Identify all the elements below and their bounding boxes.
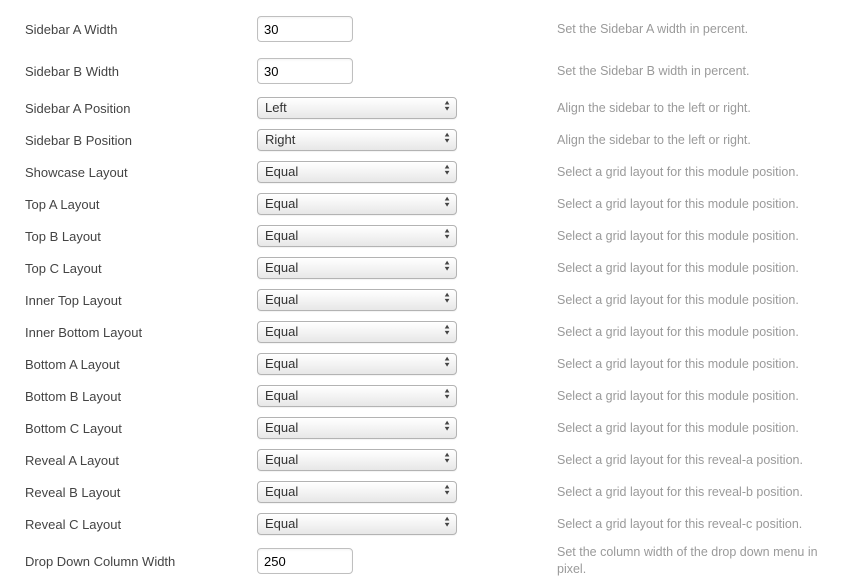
- inner-top-layout-select[interactable]: Equal▲▼Equal: [257, 289, 457, 311]
- form-row-sidebar-b-position: Sidebar B PositionRight▲▼Right Align the …: [0, 124, 845, 156]
- reveal-b-layout-control: Equal▲▼Equal: [257, 481, 557, 503]
- dropdown-column-width-input[interactable]: [257, 548, 353, 574]
- top-c-layout-label: Top C Layout: [25, 261, 257, 276]
- inner-bottom-layout-select[interactable]: Equal▲▼Equal: [257, 321, 457, 343]
- form-row-top-c-layout: Top C LayoutEqual▲▼Equal Select a grid la…: [0, 252, 845, 284]
- reveal-c-layout-help: Select a grid layout for this reveal-c p…: [557, 516, 835, 533]
- sidebar-b-position-control: Right▲▼Right: [257, 129, 557, 151]
- top-c-layout-select[interactable]: Equal▲▼Equal: [257, 257, 457, 279]
- inner-top-layout-label: Inner Top Layout: [25, 293, 257, 308]
- reveal-c-layout-control: Equal▲▼Equal: [257, 513, 557, 535]
- sidebar-a-width-input[interactable]: [257, 16, 353, 42]
- top-c-layout-control: Equal▲▼Equal: [257, 257, 557, 279]
- bottom-b-layout-control: Equal▲▼Equal: [257, 385, 557, 407]
- form-row-bottom-b-layout: Bottom B LayoutEqual▲▼Equal Select a grid…: [0, 380, 845, 412]
- top-a-layout-help: Select a grid layout for this module pos…: [557, 196, 835, 213]
- sidebar-b-width-input[interactable]: [257, 58, 353, 84]
- reveal-a-layout-label: Reveal A Layout: [25, 453, 257, 468]
- form-row-sidebar-a-position: Sidebar A PositionLeft▲▼Left Align the si…: [0, 92, 845, 124]
- inner-bottom-layout-help: Select a grid layout for this module pos…: [557, 324, 835, 341]
- dropdown-column-width-label: Drop Down Column Width: [25, 554, 257, 569]
- reveal-b-layout-select[interactable]: Equal▲▼Equal: [257, 481, 457, 503]
- sidebar-a-width-control: [257, 16, 557, 42]
- sidebar-a-width-label: Sidebar A Width: [25, 22, 257, 37]
- reveal-c-layout-label: Reveal C Layout: [25, 517, 257, 532]
- form-row-sidebar-a-width: Sidebar A Width Set the Sidebar A width i…: [0, 8, 845, 50]
- form-row-reveal-c-layout: Reveal C LayoutEqual▲▼Equal Select a grid…: [0, 508, 845, 540]
- sidebar-a-position-label: Sidebar A Position: [25, 101, 257, 116]
- bottom-c-layout-control: Equal▲▼Equal: [257, 417, 557, 439]
- form-row-reveal-b-layout: Reveal B LayoutEqual▲▼Equal Select a grid…: [0, 476, 845, 508]
- showcase-layout-select[interactable]: Equal▲▼Equal: [257, 161, 457, 183]
- sidebar-b-position-label: Sidebar B Position: [25, 133, 257, 148]
- form-row-dropdown-column-width: Drop Down Column Width Set the column wid…: [0, 540, 845, 582]
- reveal-b-layout-help: Select a grid layout for this reveal-b p…: [557, 484, 835, 501]
- sidebar-b-width-label: Sidebar B Width: [25, 64, 257, 79]
- top-b-layout-help: Select a grid layout for this module pos…: [557, 228, 835, 245]
- inner-bottom-layout-control: Equal▲▼Equal: [257, 321, 557, 343]
- showcase-layout-control: Equal▲▼Equal: [257, 161, 557, 183]
- inner-top-layout-control: Equal▲▼Equal: [257, 289, 557, 311]
- reveal-a-layout-control: Equal▲▼Equal: [257, 449, 557, 471]
- reveal-c-layout-select[interactable]: Equal▲▼Equal: [257, 513, 457, 535]
- form-row-top-a-layout: Top A LayoutEqual▲▼Equal Select a grid la…: [0, 188, 845, 220]
- form-row-bottom-c-layout: Bottom C LayoutEqual▲▼Equal Select a grid…: [0, 412, 845, 444]
- sidebar-b-position-help: Align the sidebar to the left or right.: [557, 132, 835, 149]
- top-a-layout-label: Top A Layout: [25, 197, 257, 212]
- bottom-c-layout-help: Select a grid layout for this module pos…: [557, 420, 835, 437]
- reveal-a-layout-help: Select a grid layout for this reveal-a p…: [557, 452, 835, 469]
- top-a-layout-control: Equal▲▼Equal: [257, 193, 557, 215]
- reveal-b-layout-label: Reveal B Layout: [25, 485, 257, 500]
- showcase-layout-label: Showcase Layout: [25, 165, 257, 180]
- sidebar-a-position-control: Left▲▼Left: [257, 97, 557, 119]
- bottom-c-layout-label: Bottom C Layout: [25, 421, 257, 436]
- sidebar-b-width-control: [257, 58, 557, 84]
- top-b-layout-control: Equal▲▼Equal: [257, 225, 557, 247]
- top-b-layout-label: Top B Layout: [25, 229, 257, 244]
- sidebar-a-position-select[interactable]: Left▲▼Left: [257, 97, 457, 119]
- bottom-c-layout-select[interactable]: Equal▲▼Equal: [257, 417, 457, 439]
- dropdown-column-width-help: Set the column width of the drop down me…: [557, 544, 835, 578]
- bottom-a-layout-label: Bottom A Layout: [25, 357, 257, 372]
- inner-top-layout-help: Select a grid layout for this module pos…: [557, 292, 835, 309]
- reveal-a-layout-select[interactable]: Equal▲▼Equal: [257, 449, 457, 471]
- form-row-inner-top-layout: Inner Top LayoutEqual▲▼Equal Select a gri…: [0, 284, 845, 316]
- bottom-b-layout-select[interactable]: Equal▲▼Equal: [257, 385, 457, 407]
- sidebar-a-position-help: Align the sidebar to the left or right.: [557, 100, 835, 117]
- inner-bottom-layout-label: Inner Bottom Layout: [25, 325, 257, 340]
- bottom-a-layout-control: Equal▲▼Equal: [257, 353, 557, 375]
- form-row-showcase-layout: Showcase LayoutEqual▲▼Equal Select a grid…: [0, 156, 845, 188]
- dropdown-column-width-control: [257, 548, 557, 574]
- sidebar-b-position-select[interactable]: Right▲▼Right: [257, 129, 457, 151]
- top-a-layout-select[interactable]: Equal▲▼Equal: [257, 193, 457, 215]
- form-row-top-b-layout: Top B LayoutEqual▲▼Equal Select a grid la…: [0, 220, 845, 252]
- bottom-a-layout-select[interactable]: Equal▲▼Equal: [257, 353, 457, 375]
- form-row-sidebar-b-width: Sidebar B Width Set the Sidebar B width i…: [0, 50, 845, 92]
- bottom-b-layout-label: Bottom B Layout: [25, 389, 257, 404]
- top-c-layout-help: Select a grid layout for this module pos…: [557, 260, 835, 277]
- bottom-b-layout-help: Select a grid layout for this module pos…: [557, 388, 835, 405]
- bottom-a-layout-help: Select a grid layout for this module pos…: [557, 356, 835, 373]
- showcase-layout-help: Select a grid layout for this module pos…: [557, 164, 835, 181]
- top-b-layout-select[interactable]: Equal▲▼Equal: [257, 225, 457, 247]
- form-row-reveal-a-layout: Reveal A LayoutEqual▲▼Equal Select a grid…: [0, 444, 845, 476]
- form-row-bottom-a-layout: Bottom A LayoutEqual▲▼Equal Select a grid…: [0, 348, 845, 380]
- sidebar-a-width-help: Set the Sidebar A width in percent.: [557, 21, 835, 38]
- sidebar-b-width-help: Set the Sidebar B width in percent.: [557, 63, 835, 80]
- form-row-inner-bottom-layout: Inner Bottom LayoutEqual▲▼Equal Select a …: [0, 316, 845, 348]
